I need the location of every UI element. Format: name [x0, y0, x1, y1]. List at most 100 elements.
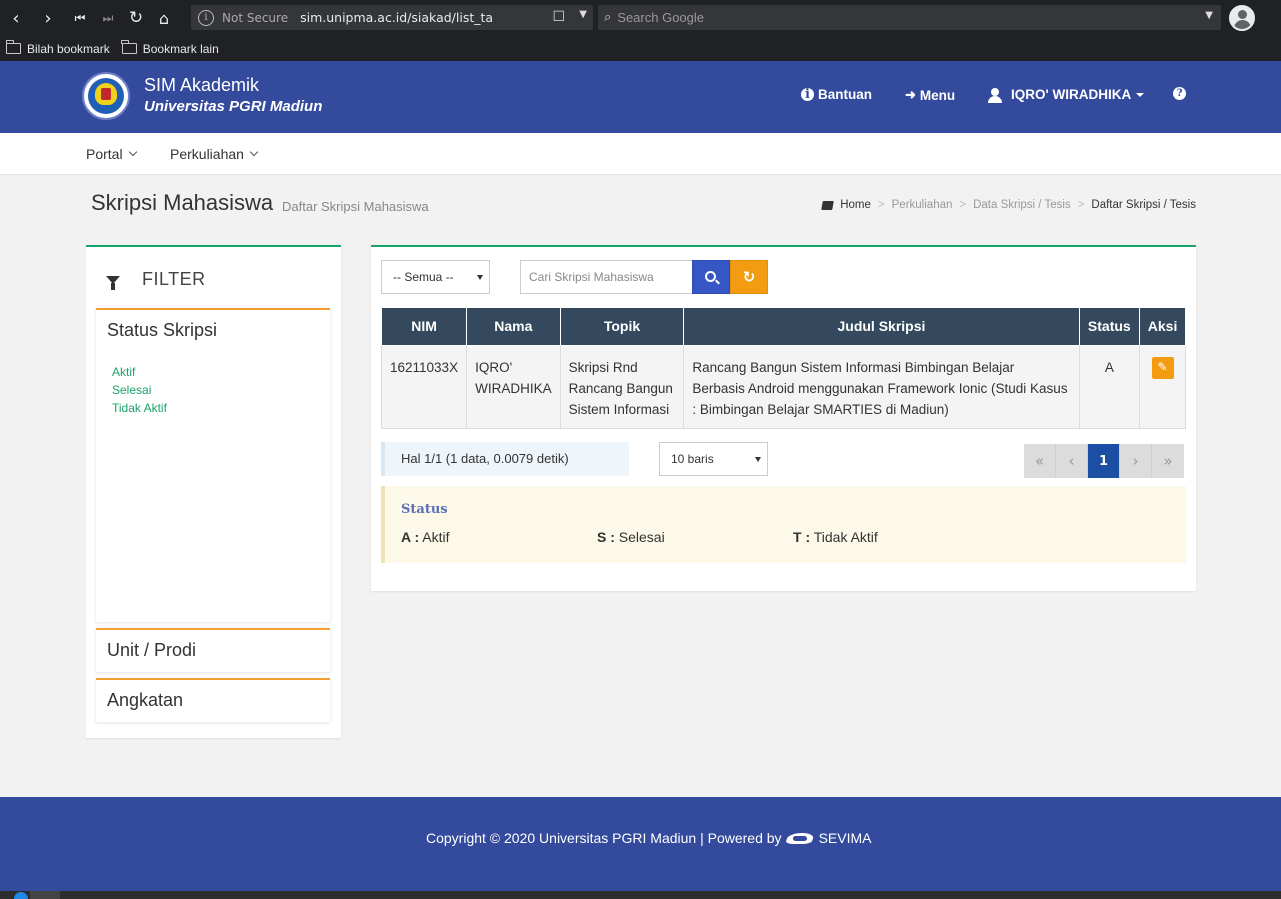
info-icon[interactable]: i: [198, 9, 214, 26]
filter-angkatan-box[interactable]: Angkatan: [96, 678, 330, 722]
cell-nama: IQRO' WIRADHIKA: [466, 344, 561, 429]
search-input[interactable]: [520, 260, 693, 294]
book-icon: [821, 200, 835, 210]
col-judul: Judul Skripsi: [683, 308, 1080, 346]
caret-down-icon: [1136, 92, 1145, 97]
taskbar-item[interactable]: [30, 891, 60, 899]
breadcrumb-data-skripsi[interactable]: Data Skripsi / Tesis: [973, 199, 1071, 211]
filter-status-title[interactable]: Status Skripsi: [107, 320, 217, 341]
bookmark-label: Bilah bookmark: [27, 41, 110, 56]
sevima-brand[interactable]: SEVIMA: [819, 830, 872, 846]
footer-text: Copyright © 2020 Universitas PGRI Madiun…: [426, 830, 871, 846]
search-button[interactable]: [692, 260, 730, 294]
taskbar-strip: [0, 891, 1281, 899]
legend-label: Tidak Aktif: [810, 529, 878, 545]
breadcrumb-separator: >: [1077, 199, 1085, 211]
copyright-text: Copyright © 2020 Universitas PGRI Madiun…: [426, 830, 782, 846]
breadcrumb-separator: >: [877, 199, 885, 211]
chevron-down-icon[interactable]: ▼: [579, 9, 587, 20]
status-options: Aktif Selesai Tidak Aktif: [112, 363, 167, 417]
bookmark-folder-lain[interactable]: Bookmark lain: [121, 40, 219, 56]
bookmark-label: Bookmark lain: [142, 41, 219, 56]
address-bar[interactable]: i Not Secure sim.unipma.ac.id/siakad/lis…: [191, 5, 593, 30]
breadcrumb-home[interactable]: Home: [840, 199, 871, 211]
legend-item: S : Selesai: [597, 529, 665, 545]
forward-icon[interactable]: ›: [34, 4, 62, 32]
taskbar-app-icon[interactable]: [14, 892, 28, 899]
main-panel: -- Semua -- ↻ NIM Nama Topik Judul Skrip…: [371, 245, 1196, 591]
profile-avatar-icon[interactable]: [1229, 5, 1255, 31]
col-nim: NIM: [380, 308, 468, 346]
info-circle-icon: i: [801, 87, 814, 102]
question-circle-icon: ?: [1173, 87, 1186, 100]
bookmark-icon[interactable]: ☐: [552, 9, 565, 25]
user-name: IQRO' WIRADHIKA: [1011, 87, 1132, 102]
university-logo[interactable]: [82, 72, 130, 120]
bookmark-folder-bilah[interactable]: Bilah bookmark: [5, 40, 110, 56]
filter-unit-title: Unit / Prodi: [107, 640, 197, 660]
filter-angkatan-title: Angkatan: [107, 690, 184, 710]
chevron-down-icon: [128, 147, 137, 157]
user-dropdown[interactable]: IQRO' WIRADHIKA: [988, 87, 1145, 103]
reload-icon[interactable]: ↻: [122, 4, 150, 32]
pagination: « ‹ 1 › »: [1024, 444, 1184, 478]
folder-icon: [121, 40, 137, 54]
edit-button[interactable]: ✎: [1151, 356, 1174, 379]
not-secure-label: Not Secure: [222, 10, 289, 25]
page-subtitle: Daftar Skripsi Mahasiswa: [282, 199, 429, 214]
back-icon[interactable]: ‹: [2, 4, 30, 32]
menu-perkuliahan[interactable]: Perkuliahan: [170, 146, 259, 162]
status-option-selesai[interactable]: Selesai: [112, 381, 167, 399]
col-status: Status: [1078, 308, 1141, 346]
menu-link[interactable]: ➜ Menu: [905, 87, 955, 103]
refresh-button[interactable]: ↻: [730, 260, 768, 294]
footer: Copyright © 2020 Universitas PGRI Madiun…: [0, 797, 1281, 891]
cell-topik: Skripsi Rnd Rancang Bangun Sistem Inform…: [559, 344, 685, 429]
skip-back-icon[interactable]: ⏮: [66, 4, 94, 32]
page-next-button[interactable]: ›: [1120, 444, 1152, 478]
bookmarks-bar: Bilah bookmark Bookmark lain: [0, 36, 1281, 61]
skip-forward-icon[interactable]: ⏭: [94, 4, 122, 32]
sevima-logo-icon: [787, 830, 813, 846]
browser-toolbar: ‹ › ⏮ ⏭ ↻ ⌂ i Not Secure sim.unipma.ac.i…: [0, 0, 1281, 36]
status-select[interactable]: -- Semua --: [381, 260, 490, 294]
caret-down-icon: [477, 275, 483, 280]
breadcrumb: Home > Perkuliahan > Data Skripsi / Tesi…: [821, 199, 1196, 211]
legend-label: Aktif: [419, 529, 450, 545]
filter-icon: [106, 275, 120, 290]
page-last-button[interactable]: »: [1152, 444, 1184, 478]
breadcrumb-perkuliahan[interactable]: Perkuliahan: [892, 199, 953, 211]
url-text[interactable]: sim.unipma.ac.id/siakad/list_ta: [300, 10, 493, 25]
browser-search-box[interactable]: ⌕ ▼: [598, 5, 1221, 30]
main-menu: Portal Perkuliahan: [0, 133, 1281, 175]
menu-label: Perkuliahan: [170, 146, 244, 162]
user-icon: [988, 87, 1002, 103]
question-button[interactable]: ?: [1173, 87, 1186, 100]
cell-judul: Rancang Bangun Sistem Informasi Bimbinga…: [683, 344, 1080, 429]
page-current-button[interactable]: 1: [1088, 444, 1120, 478]
chevron-down-icon[interactable]: ▼: [1205, 10, 1213, 21]
rows-per-page-select[interactable]: 10 baris: [659, 442, 768, 476]
menu-portal[interactable]: Portal: [86, 146, 137, 162]
page-prev-button[interactable]: ‹: [1056, 444, 1088, 478]
page-first-button[interactable]: «: [1024, 444, 1056, 478]
status-option-tidak-aktif[interactable]: Tidak Aktif: [112, 399, 167, 417]
filter-unit-box[interactable]: Unit / Prodi: [96, 628, 330, 672]
status-option-aktif[interactable]: Aktif: [112, 363, 167, 381]
search-icon: [704, 270, 716, 282]
home-icon[interactable]: ⌂: [150, 4, 178, 32]
menu-label: Menu: [919, 87, 956, 103]
app-name: SIM Akademik: [144, 75, 260, 95]
col-topik: Topik: [559, 308, 685, 346]
filter-heading: FILTER: [106, 269, 206, 290]
university-name: Universitas PGRI Madiun: [144, 98, 323, 115]
caret-down-icon: [755, 457, 761, 462]
help-link[interactable]: i Bantuan: [801, 87, 872, 102]
legend-label: Selesai: [614, 529, 665, 545]
filter-status-box: Status Skripsi Aktif Selesai Tidak Aktif: [96, 308, 330, 622]
filter-panel: FILTER Status Skripsi Aktif Selesai Tida…: [86, 245, 341, 738]
legend-code: T :: [793, 529, 811, 545]
chevron-down-icon: [249, 147, 259, 157]
cell-aksi: ✎: [1139, 344, 1186, 429]
browser-search-input[interactable]: [617, 10, 1178, 25]
